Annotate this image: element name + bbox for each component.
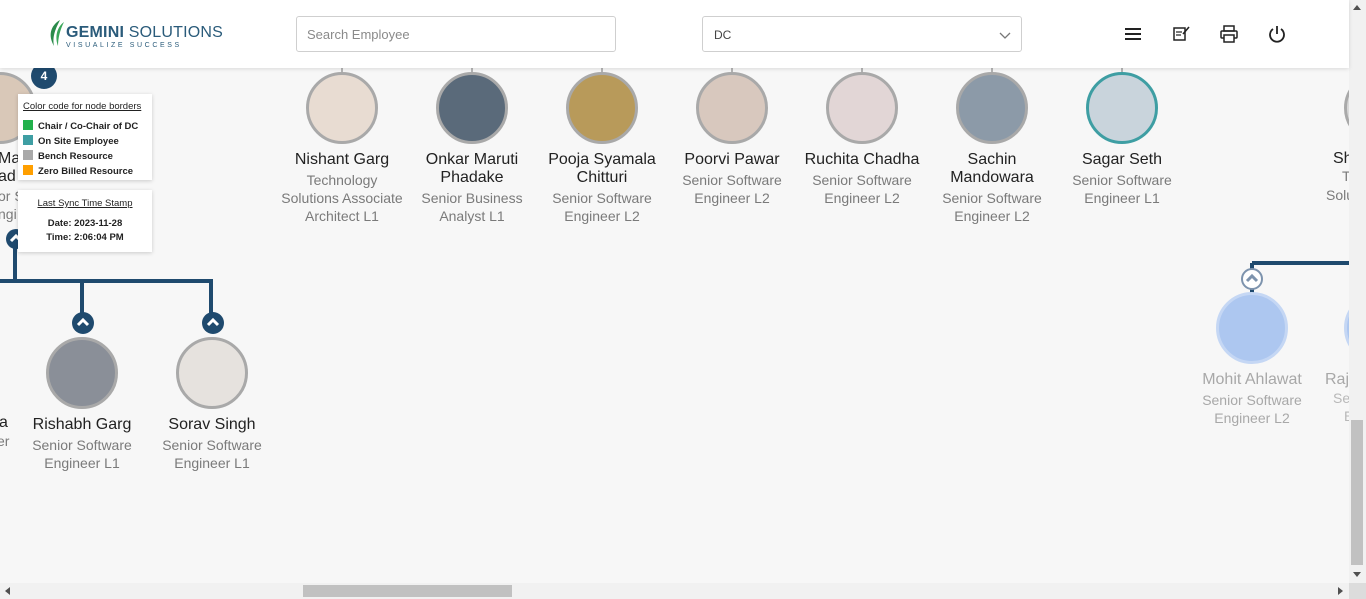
avatar xyxy=(696,72,768,144)
partial-role: er xyxy=(0,433,10,449)
employee-node[interactable]: Ruchita Chadha Senior Software Engineer … xyxy=(797,72,927,207)
employee-name: Ruchita Chadha xyxy=(804,151,920,168)
employee-name: Pooja Syamala Chitturi xyxy=(548,151,656,186)
partial-name: ad xyxy=(0,168,16,185)
partial-name: a xyxy=(0,414,8,431)
employee-name: Nishant Garg xyxy=(294,151,390,168)
partial-name: Raj xyxy=(1325,371,1350,388)
employee-role: Senior Software Engineer L1 xyxy=(1072,172,1172,206)
menu-icon[interactable] xyxy=(1123,24,1143,44)
employee-role: Technology Solutions Associate Architect… xyxy=(281,172,403,224)
avatar xyxy=(566,72,638,144)
swatch-icon xyxy=(23,120,33,130)
swatch-icon xyxy=(23,165,33,175)
employee-node[interactable]: Nishant Garg Technology Solutions Associ… xyxy=(277,72,407,225)
logo-sub-text: SOLUTIONS xyxy=(128,24,224,41)
swatch-icon xyxy=(23,135,33,145)
employee-role: Senior Software Engineer L2 xyxy=(1202,392,1302,426)
dc-dropdown[interactable]: DC xyxy=(702,16,1022,52)
avatar xyxy=(436,72,508,144)
partial-role: ngi xyxy=(0,206,17,222)
horizontal-scroll-thumb[interactable] xyxy=(303,585,512,597)
avatar xyxy=(956,72,1028,144)
employee-name: Rishabh Garg xyxy=(32,416,132,433)
search-employee-input[interactable] xyxy=(296,16,616,52)
expand-toggle-icon[interactable] xyxy=(1241,268,1263,290)
employee-role: Senior Software Engineer L2 xyxy=(942,190,1042,224)
scroll-left-arrow-icon[interactable] xyxy=(5,587,10,595)
border-color-legend: Color code for node borders Chair / Co-C… xyxy=(18,94,152,180)
employee-node[interactable]: Rishabh Garg Senior Software Engineer L1 xyxy=(17,337,147,472)
scroll-down-arrow-icon[interactable] xyxy=(1353,572,1361,577)
logo-tagline: VISUALIZE SUCCESS xyxy=(66,42,182,49)
employee-node[interactable]: Sachin Mandowara Senior Software Enginee… xyxy=(927,72,1057,225)
employee-node[interactable]: Poorvi Pawar Senior Software Engineer L2 xyxy=(667,72,797,207)
logo-leaf-icon xyxy=(50,20,64,46)
avatar xyxy=(176,337,248,409)
expand-toggle-icon[interactable] xyxy=(72,312,94,334)
legend-title: Color code for node borders xyxy=(23,101,142,112)
sync-date: Date: 2023-11-28 xyxy=(47,218,123,229)
employee-role: Senior Software Engineer L2 xyxy=(682,172,782,206)
employee-node[interactable]: Onkar Maruti Phadake Senior Business Ana… xyxy=(407,72,537,225)
avatar xyxy=(1086,72,1158,144)
avatar xyxy=(46,337,118,409)
legend-item: Zero Billed Resource xyxy=(23,165,133,177)
employee-node-faded[interactable]: Mohit Ahlawat Senior Software Engineer L… xyxy=(1187,292,1317,427)
employee-node[interactable]: Pooja Syamala Chitturi Senior Software E… xyxy=(537,72,667,225)
avatar xyxy=(826,72,898,144)
expand-toggle-icon[interactable] xyxy=(202,312,224,334)
dropdown-value: DC xyxy=(714,28,732,42)
employee-name: Sagar Seth xyxy=(1081,151,1163,168)
employee-node[interactable]: Sagar Seth Senior Software Engineer L1 xyxy=(1057,72,1187,207)
sync-timestamp-panel: Last Sync Time Stamp Date: 2023-11-28 Ti… xyxy=(18,190,152,252)
horizontal-scrollbar[interactable] xyxy=(0,583,1349,599)
employee-name: Mohit Ahlawat xyxy=(1202,371,1302,388)
employee-role: Senior Business Analyst L1 xyxy=(421,190,523,224)
logo-main-text: GEMINI xyxy=(66,24,125,41)
employee-role: Senior Software Engineer L1 xyxy=(162,437,262,471)
legend-item: Bench Resource xyxy=(23,150,113,162)
employee-role: Senior Software Engineer L1 xyxy=(32,437,132,471)
sync-time: Time: 2:06:04 PM xyxy=(46,232,124,243)
sync-title: Last Sync Time Stamp xyxy=(37,198,133,209)
legend-item: On Site Employee xyxy=(23,135,119,147)
employee-name: Sachin Mandowara xyxy=(950,151,1034,186)
swatch-icon xyxy=(23,150,33,160)
legend-item: Chair / Co-Chair of DC xyxy=(23,120,138,132)
scroll-up-arrow-icon[interactable] xyxy=(1353,5,1361,10)
employee-name: Poorvi Pawar xyxy=(684,151,780,168)
employee-name: Onkar Maruti Phadake xyxy=(425,151,519,186)
vertical-scroll-thumb[interactable] xyxy=(1351,420,1363,565)
employee-node[interactable]: Sorav Singh Senior Software Engineer L1 xyxy=(147,337,277,472)
chevron-down-icon xyxy=(999,32,1011,39)
company-logo[interactable]: GEMINI SOLUTIONS VISUALIZE SUCCESS xyxy=(46,16,223,52)
notes-icon[interactable] xyxy=(1171,24,1191,44)
employee-role: Senior Software Engineer L2 xyxy=(552,190,652,224)
partial-role: Se xyxy=(1333,390,1351,406)
employee-role: Senior Software Engineer L2 xyxy=(812,172,912,206)
employee-name: Sorav Singh xyxy=(168,416,256,433)
print-icon[interactable] xyxy=(1219,24,1239,44)
vertical-scrollbar[interactable] xyxy=(1349,0,1366,583)
power-icon[interactable] xyxy=(1267,24,1287,44)
scrollbar-corner xyxy=(1349,583,1366,599)
avatar xyxy=(306,72,378,144)
avatar-placeholder xyxy=(1216,292,1288,364)
scroll-right-arrow-icon[interactable] xyxy=(1338,587,1343,595)
app-header: GEMINI SOLUTIONS VISUALIZE SUCCESS DC xyxy=(0,0,1349,68)
